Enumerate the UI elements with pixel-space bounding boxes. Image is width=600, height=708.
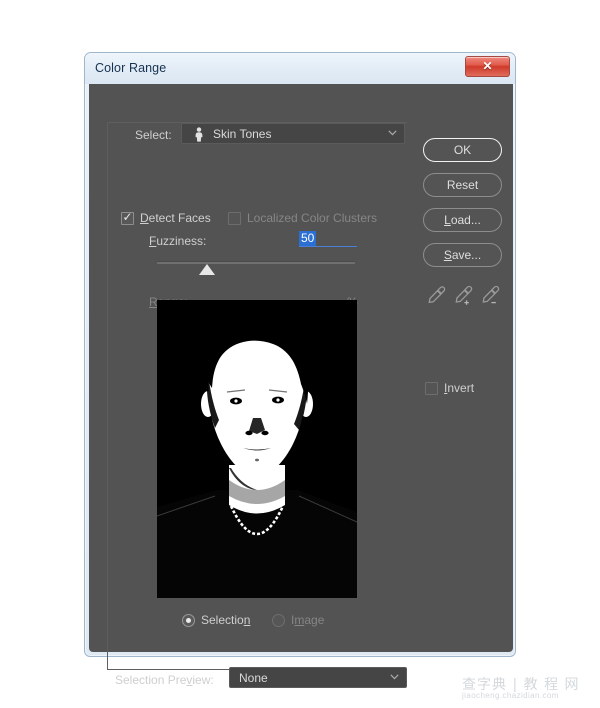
color-range-dialog: Color Range ✕ Select: Skin Tones ✓ Detec… bbox=[84, 52, 516, 688]
fuzziness-input[interactable]: 50 bbox=[299, 231, 357, 247]
invert-checkbox[interactable] bbox=[425, 382, 438, 395]
radio-selection-label: Selection bbox=[201, 613, 251, 627]
eyedropper-plus-icon[interactable] bbox=[452, 284, 474, 306]
selection-preview-dropdown[interactable]: None bbox=[229, 667, 407, 688]
fuzziness-label: Fuzziness: bbox=[149, 234, 207, 248]
localized-color-clusters-checkbox bbox=[228, 212, 241, 225]
localized-color-clusters-label: Localized Color Clusters bbox=[247, 211, 378, 225]
chevron-down-icon bbox=[390, 674, 399, 680]
selection-preview-label: Selection Preview: bbox=[115, 673, 214, 687]
fuzziness-value: 50 bbox=[299, 231, 317, 246]
select-dropdown[interactable]: Skin Tones bbox=[181, 123, 405, 144]
close-button[interactable]: ✕ bbox=[465, 56, 510, 77]
dialog-titlebar[interactable]: Color Range ✕ bbox=[85, 53, 515, 84]
detect-faces-checkbox[interactable]: ✓ bbox=[121, 210, 134, 225]
save-button[interactable]: Save... bbox=[423, 243, 502, 267]
selection-preview-value: None bbox=[239, 671, 268, 685]
invert-label: Invert bbox=[444, 381, 475, 395]
eyedropper-icon[interactable] bbox=[425, 284, 447, 306]
select-label: Select: bbox=[135, 128, 172, 142]
watermark-en-text: jiaocheng.chazidian.com bbox=[462, 691, 559, 700]
dialog-title: Color Range bbox=[95, 61, 167, 75]
radio-image-label: Image bbox=[291, 613, 325, 627]
fuzziness-slider-track[interactable] bbox=[157, 261, 355, 264]
load-button[interactable]: Load... bbox=[423, 208, 502, 232]
selection-preview-image[interactable] bbox=[157, 300, 357, 598]
fuzziness-slider-thumb[interactable] bbox=[199, 264, 215, 275]
checkmark-icon: ✓ bbox=[122, 210, 133, 224]
radio-selection[interactable] bbox=[182, 614, 195, 627]
eyedropper-minus-icon[interactable] bbox=[479, 284, 501, 306]
dialog-body: Select: Skin Tones ✓ Detect Faces Locali… bbox=[89, 84, 513, 688]
detect-faces-label: DDetect Facesetect Faces bbox=[140, 211, 211, 225]
radio-dot bbox=[186, 618, 191, 623]
person-icon bbox=[192, 127, 206, 142]
close-icon: ✕ bbox=[482, 59, 493, 73]
screenshot-root: Color Range ✕ Select: Skin Tones ✓ Detec… bbox=[0, 0, 600, 708]
select-value: Skin Tones bbox=[213, 127, 272, 141]
chevron-down-icon bbox=[388, 130, 397, 136]
radio-image[interactable] bbox=[272, 614, 285, 627]
reset-button[interactable]: Reset bbox=[423, 173, 502, 197]
watermark: 查字典 | 教 程 网 jiaocheng.chazidian.com bbox=[462, 674, 590, 702]
ok-button[interactable]: OK bbox=[423, 138, 502, 162]
